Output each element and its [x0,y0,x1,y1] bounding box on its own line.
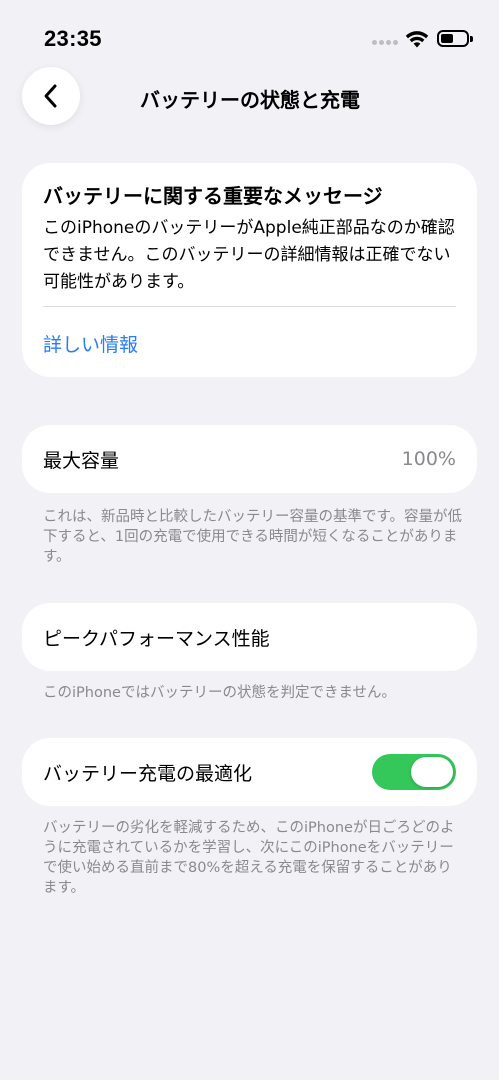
page-title: バッテリーの状態と充電 [140,88,360,112]
optimized-charging-label: バッテリー充電の最適化 [43,762,253,785]
message-body: このiPhoneのバッテリーがApple純正部品なのか確認できません。このバッテ… [43,218,455,292]
maximum-capacity-value: 100% [401,448,456,470]
status-bar: 23:35 [0,0,499,80]
maximum-capacity-label: 最大容量 [43,449,120,472]
signal-dots-icon [372,40,398,46]
peak-performance-label: ピークパフォーマンス性能 [43,627,270,650]
optimized-charging-toggle[interactable] [372,754,456,790]
learn-more-link[interactable]: 詳しい情報 [43,330,138,357]
maximum-capacity-footnote: これは、新品時と比較したバッテリー容量の基準です。容量が低下すると、1回の充電で… [43,509,463,565]
battery-level-fill [441,34,453,43]
peak-performance-footnote: このiPhoneではバッテリーの状態を判定できません。 [43,685,397,701]
divider [43,306,456,307]
wifi-icon [405,31,429,48]
status-time: 23:35 [44,26,102,51]
optimized-charging-footnote: バッテリーの劣化を軽減するため、このiPhoneが日ごろどのように充電されている… [43,820,455,896]
message-title: バッテリーに関する重要なメッセージ [43,184,383,208]
optimized-charging-row: バッテリー充電の最適化 [22,738,477,806]
chevron-left-icon [44,84,57,108]
toggle-knob [411,757,453,787]
maximum-capacity-row: 最大容量 100% [22,425,477,493]
important-message-card: バッテリーに関する重要なメッセージ このiPhoneのバッテリーがApple純正… [22,163,477,377]
back-button[interactable] [22,67,80,125]
battery-icon [437,30,473,47]
peak-performance-row: ピークパフォーマンス性能 [22,603,477,671]
